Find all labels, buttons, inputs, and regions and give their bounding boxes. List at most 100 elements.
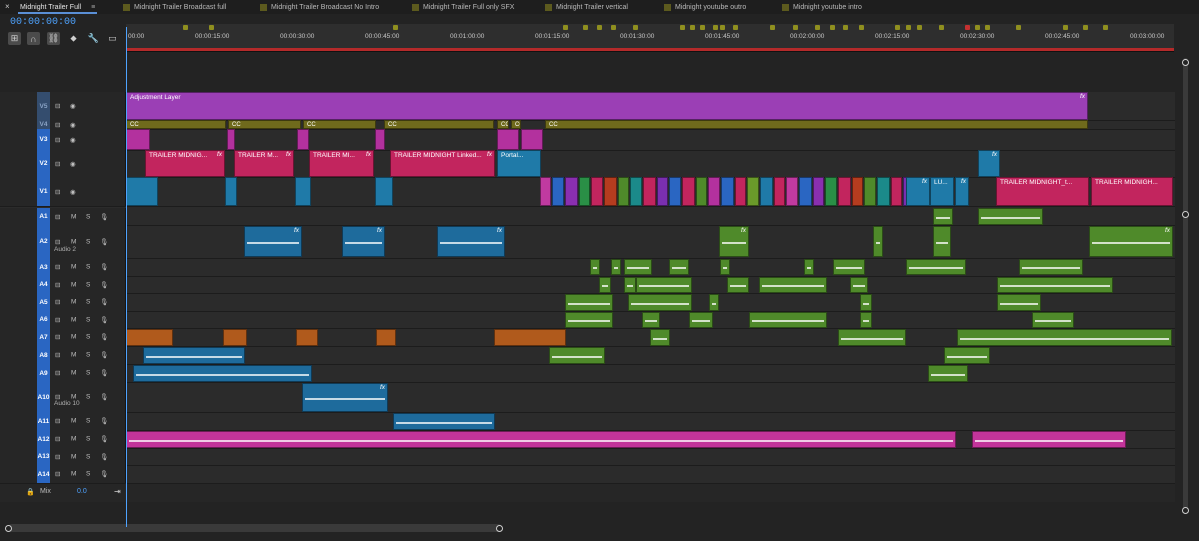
solo-toggle[interactable]: S [86, 238, 90, 245]
audio-clip[interactable] [599, 277, 611, 293]
adjustment-layer-clip[interactable]: Adjustment Layer fx [126, 92, 1088, 120]
audio-clip[interactable] [689, 312, 713, 328]
scroll-handle-right[interactable] [496, 525, 503, 532]
audio-clip[interactable] [850, 277, 868, 293]
v2-clip[interactable]: TRAILER MIDNIGHT Linked... fx [390, 150, 495, 177]
timeline-marker[interactable] [209, 25, 214, 30]
solo-toggle[interactable]: S [86, 453, 90, 460]
audio-clip[interactable] [873, 226, 883, 257]
tab-menu-icon[interactable]: ≡ [91, 4, 95, 11]
sync-lock-icon[interactable]: ⊟ [55, 213, 60, 221]
track-target-toggle[interactable]: A11 [37, 412, 50, 430]
solo-toggle[interactable]: S [86, 299, 90, 306]
track-target-toggle[interactable]: V3 [37, 129, 50, 150]
timeline-marker[interactable] [720, 25, 725, 30]
caption-clip[interactable]: CC [384, 120, 494, 129]
audio-clip[interactable] [720, 259, 730, 275]
caption-clip[interactable]: CC [545, 120, 1088, 129]
timeline-marker[interactable] [597, 25, 602, 30]
eye-icon[interactable]: ◉ [70, 102, 76, 110]
v1-clip[interactable] [375, 177, 393, 206]
playhead-timecode[interactable]: 00:00:00:00 [10, 17, 76, 28]
mute-toggle[interactable]: M [71, 471, 76, 478]
work-area-bar[interactable] [126, 48, 1174, 51]
sync-lock-icon[interactable]: ⊟ [55, 351, 60, 359]
timeline-marker[interactable] [1063, 25, 1068, 30]
sync-lock-icon[interactable]: ⊟ [55, 121, 60, 129]
v3-clip[interactable] [227, 129, 235, 150]
v1-clip[interactable] [891, 177, 902, 206]
track-target-toggle[interactable]: A6 [37, 311, 50, 328]
sync-lock-icon[interactable]: ⊟ [55, 453, 60, 461]
tab-broadcast-no-intro[interactable]: Midnight Trailer Broadcast No Intro [260, 0, 379, 14]
v1-clip[interactable]: LU... [930, 177, 954, 206]
mic-icon[interactable]: 🎙 [100, 393, 108, 401]
sync-lock-icon[interactable]: ⊟ [55, 102, 60, 110]
v1-clip[interactable] [799, 177, 812, 206]
audio-clip[interactable] [933, 226, 951, 257]
v2-clip[interactable]: fx [978, 150, 1000, 177]
caption-clip[interactable]: CC [511, 120, 521, 129]
v1-clip[interactable] [643, 177, 656, 206]
audio-clip[interactable] [1032, 312, 1074, 328]
solo-toggle[interactable]: S [86, 213, 90, 220]
audio-clip[interactable] [928, 365, 968, 382]
v1-clip[interactable] [579, 177, 590, 206]
v1-clip[interactable] [721, 177, 734, 206]
v1-clip[interactable] [877, 177, 890, 206]
v1-clip[interactable]: TRAILER MIDNIGHT_t... [996, 177, 1089, 206]
audio-clip[interactable]: fx [342, 226, 385, 257]
audio-clip[interactable] [669, 259, 689, 275]
v3-clip[interactable] [375, 129, 385, 150]
v3-clip[interactable] [521, 129, 543, 150]
audio-clip[interactable] [833, 259, 865, 275]
track-target-toggle[interactable]: A13 [37, 448, 50, 465]
audio-clip[interactable] [709, 294, 719, 311]
playhead-line[interactable] [126, 27, 127, 527]
audio-clip[interactable] [997, 294, 1041, 311]
mic-icon[interactable]: 🎙 [100, 213, 108, 221]
solo-toggle[interactable]: S [86, 352, 90, 359]
mute-toggle[interactable]: M [71, 370, 76, 377]
timeline-marker[interactable] [700, 25, 705, 30]
v1-clip[interactable] [657, 177, 668, 206]
caption-clip[interactable]: CC [497, 120, 509, 129]
audio-clip[interactable]: fx [1089, 226, 1173, 257]
audio-clip[interactable] [565, 312, 613, 328]
snap-icon[interactable]: ∩ [27, 32, 40, 45]
v1-clip[interactable] [565, 177, 578, 206]
audio-clip[interactable] [126, 431, 956, 448]
audio-clip[interactable] [972, 431, 1126, 448]
tab-midnight-trailer-full[interactable]: Midnight Trailer Full ≡ [18, 0, 98, 14]
timeline-marker[interactable] [1083, 25, 1088, 30]
audio-clip[interactable] [628, 294, 692, 311]
audio-clip[interactable] [804, 259, 814, 275]
v2-clip[interactable]: Portal... [497, 150, 541, 177]
audio-clip[interactable] [611, 259, 621, 275]
track-target-toggle[interactable]: A10 [37, 382, 50, 412]
solo-toggle[interactable]: S [86, 471, 90, 478]
mic-icon[interactable]: 🎙 [100, 333, 108, 341]
mic-icon[interactable]: 🎙 [100, 316, 108, 324]
timeline-marker[interactable] [770, 25, 775, 30]
sync-lock-icon[interactable]: ⊟ [55, 369, 60, 377]
timeline-marker[interactable] [611, 25, 616, 30]
v1-clip[interactable] [747, 177, 759, 206]
timeline-marker[interactable] [906, 25, 911, 30]
timeline-marker[interactable] [633, 25, 638, 30]
audio-clip[interactable] [296, 329, 318, 346]
track-target-toggle[interactable]: A14 [37, 465, 50, 483]
sync-lock-icon[interactable]: ⊟ [55, 298, 60, 306]
v1-clip[interactable] [552, 177, 564, 206]
sync-lock-icon[interactable]: ⊟ [55, 238, 60, 246]
audio-clip[interactable] [624, 259, 652, 275]
timeline-marker[interactable] [393, 25, 398, 30]
v3-clip[interactable] [497, 129, 519, 150]
tab-vertical[interactable]: Midnight Trailer vertical [545, 0, 628, 14]
mic-icon[interactable]: 🎙 [100, 453, 108, 461]
track-target-toggle[interactable]: V2 [37, 150, 50, 177]
audio-clip[interactable] [933, 208, 953, 225]
v1-clip[interactable] [591, 177, 603, 206]
add-marker-icon[interactable]: ⬥ [67, 32, 80, 45]
v1-clip[interactable] [225, 177, 237, 206]
